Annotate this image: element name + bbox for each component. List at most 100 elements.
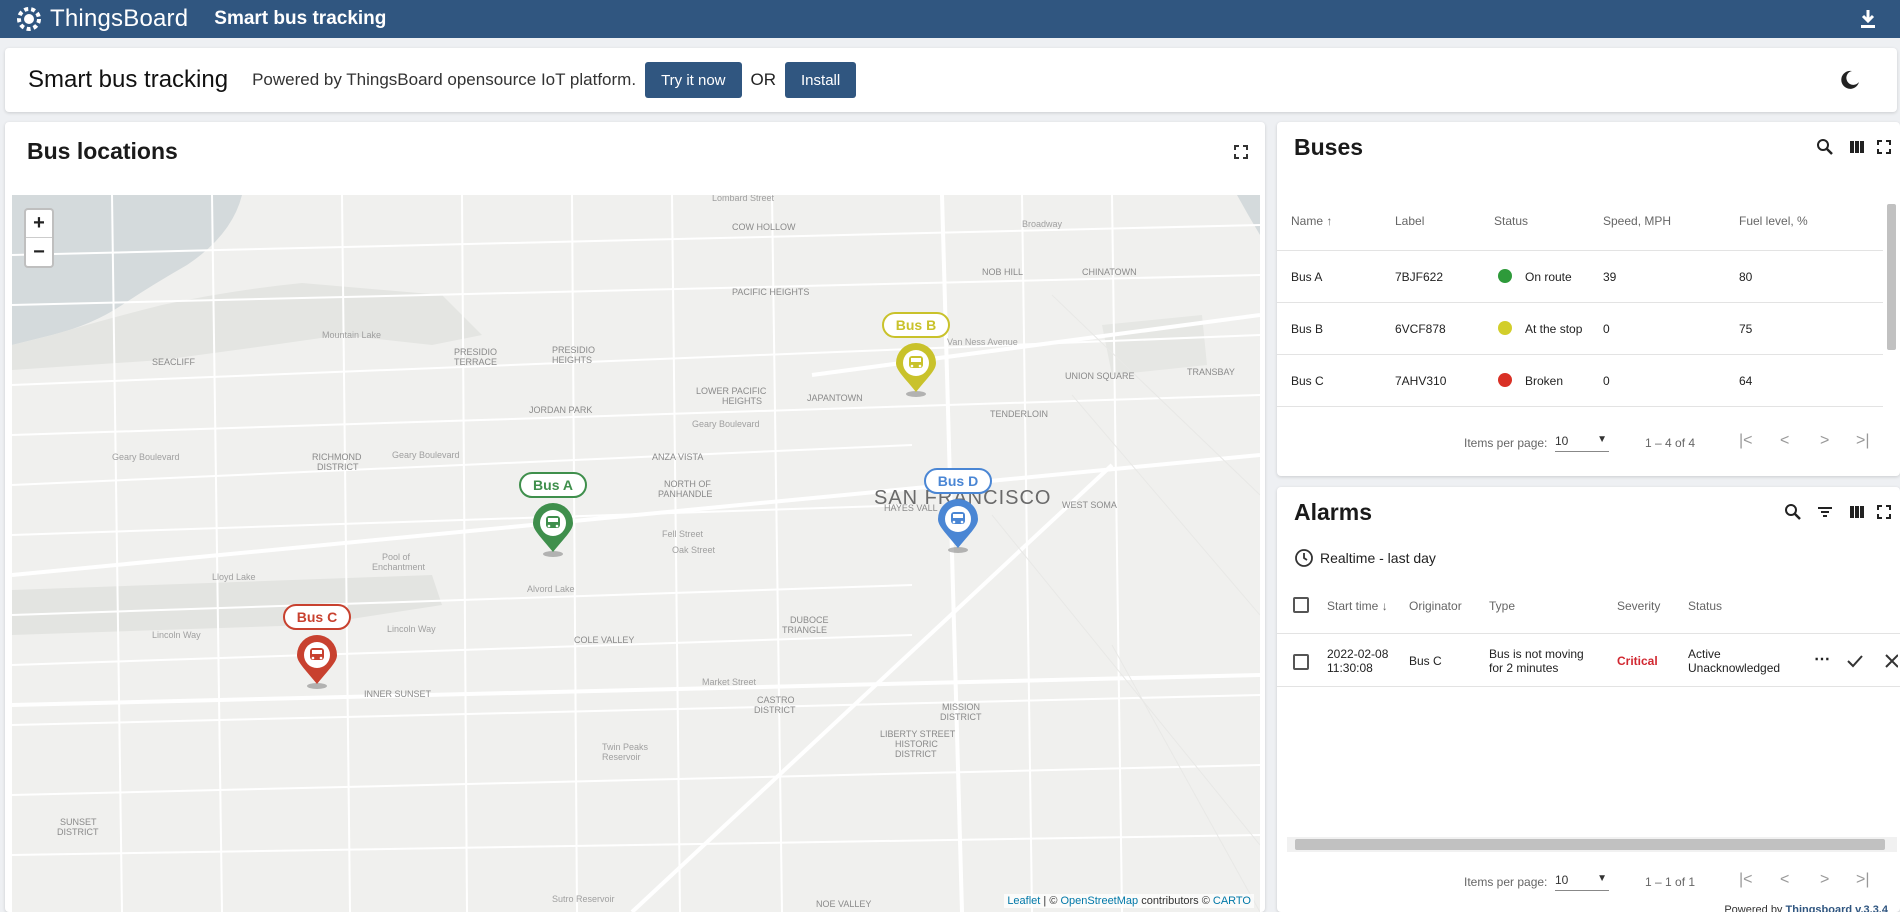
- bus-locations-widget: Bus locations COW HOLLOW PACIFIC HEIGHTS…: [5, 122, 1265, 912]
- first-page-button[interactable]: |<: [1739, 432, 1753, 450]
- svg-text:RICHMOND: RICHMOND: [312, 452, 362, 462]
- dashboard-title: Smart bus tracking: [214, 8, 387, 29]
- svg-text:SUNSET: SUNSET: [60, 817, 97, 827]
- timewindow[interactable]: Realtime - last day: [1294, 548, 1436, 568]
- column-header-status[interactable]: Status: [1688, 599, 1722, 613]
- svg-text:SEACLIFF: SEACLIFF: [152, 357, 196, 367]
- svg-text:DISTRICT: DISTRICT: [317, 462, 359, 472]
- try-it-now-button[interactable]: Try it now: [645, 62, 742, 98]
- vertical-scrollbar[interactable]: [1887, 204, 1896, 350]
- column-header-type[interactable]: Type: [1489, 599, 1515, 613]
- svg-text:LOWER PACIFIC: LOWER PACIFIC: [696, 386, 767, 396]
- bus-a-marker[interactable]: Bus A: [519, 472, 599, 562]
- zoom-in-button[interactable]: +: [26, 210, 52, 238]
- svg-text:CHINATOWN: CHINATOWN: [1082, 267, 1137, 277]
- columns-icon[interactable]: [1848, 503, 1866, 521]
- map[interactable]: COW HOLLOW PACIFIC HEIGHTS NOB HILL CHIN…: [12, 195, 1260, 912]
- svg-text:TENDERLOIN: TENDERLOIN: [990, 409, 1048, 419]
- install-button[interactable]: Install: [785, 62, 857, 98]
- svg-text:PACIFIC HEIGHTS: PACIFIC HEIGHTS: [732, 287, 809, 297]
- bus-name: Bus C: [1291, 374, 1324, 388]
- column-header-name[interactable]: Name ↑: [1291, 214, 1332, 228]
- carto-link[interactable]: CARTO: [1213, 895, 1251, 907]
- last-page-button[interactable]: >|: [1856, 432, 1870, 450]
- svg-text:DUBOCE: DUBOCE: [790, 615, 829, 625]
- header-title: Smart bus tracking: [28, 66, 229, 93]
- dark-mode-toggle-icon[interactable]: [1838, 68, 1862, 92]
- bus-label: 7AHV310: [1395, 374, 1447, 388]
- alarms-widget: Alarms Realtime - last day Start time ↓ …: [1277, 487, 1900, 912]
- bus-speed: 0: [1603, 322, 1610, 336]
- clear-alarm-icon[interactable]: [1884, 653, 1899, 674]
- svg-text:Alvord Lake: Alvord Lake: [527, 584, 575, 594]
- buses-widget: Buses Name ↑ Label Status Speed, MPH Fue…: [1277, 122, 1900, 476]
- column-header-start-time[interactable]: Start time ↓: [1327, 599, 1388, 613]
- svg-text:Lloyd Lake: Lloyd Lake: [212, 572, 256, 582]
- last-page-button[interactable]: >|: [1856, 871, 1870, 889]
- alarm-type-line2: for 2 minutes: [1489, 661, 1559, 675]
- svg-text:DISTRICT: DISTRICT: [57, 827, 99, 837]
- column-header-originator[interactable]: Originator: [1409, 599, 1462, 613]
- osm-link[interactable]: OpenStreetMap: [1060, 895, 1138, 907]
- select-all-checkbox[interactable]: [1293, 597, 1309, 613]
- column-header-label[interactable]: Label: [1395, 214, 1424, 228]
- next-page-button[interactable]: >: [1820, 432, 1829, 450]
- svg-text:Broadway: Broadway: [1022, 219, 1063, 229]
- bus-d-marker[interactable]: Bus D: [924, 468, 1004, 558]
- status-dot: [1498, 321, 1512, 335]
- column-header-status[interactable]: Status: [1494, 214, 1528, 228]
- svg-text:JAPANTOWN: JAPANTOWN: [807, 393, 863, 403]
- page-range: 1 – 4 of 4: [1645, 436, 1696, 450]
- thingsboard-version-link[interactable]: Thingsboard v.3.3.4: [1786, 904, 1889, 912]
- svg-text:DISTRICT: DISTRICT: [754, 705, 796, 715]
- divider: [1277, 633, 1900, 634]
- items-per-page-label: Items per page:: [1464, 875, 1548, 889]
- fullscreen-icon[interactable]: [1875, 503, 1893, 521]
- page-size-select[interactable]: 10 ▼: [1555, 434, 1609, 452]
- map-attribution: Leaflet | © OpenStreetMap contributors ©…: [1004, 894, 1254, 908]
- bus-b-marker[interactable]: Bus B: [882, 312, 962, 402]
- download-icon[interactable]: [1858, 8, 1878, 30]
- zoom-out-button[interactable]: −: [26, 238, 52, 266]
- acknowledge-icon[interactable]: [1846, 653, 1864, 674]
- alarm-type-line1: Bus is not moving: [1489, 647, 1584, 661]
- row-checkbox[interactable]: [1293, 654, 1309, 670]
- svg-text:Lincoln Way: Lincoln Way: [387, 624, 436, 634]
- marker-label: Bus C: [283, 604, 351, 630]
- horizontal-scrollbar[interactable]: [1295, 839, 1885, 850]
- svg-text:Geary Boulevard: Geary Boulevard: [692, 419, 760, 429]
- columns-icon[interactable]: [1848, 138, 1866, 156]
- leaflet-link[interactable]: Leaflet: [1007, 895, 1040, 907]
- column-header-speed[interactable]: Speed, MPH: [1603, 214, 1671, 228]
- svg-text:Enchantment: Enchantment: [372, 562, 426, 572]
- marker-label: Bus D: [924, 468, 992, 494]
- prev-page-button[interactable]: <: [1780, 871, 1789, 889]
- bus-c-marker[interactable]: Bus C: [283, 604, 363, 694]
- logo-text: ThingsBoard: [50, 5, 189, 32]
- bus-pin-icon: [533, 503, 573, 557]
- search-icon[interactable]: [1816, 138, 1834, 156]
- page-size-select[interactable]: 10 ▼: [1555, 873, 1609, 891]
- first-page-button[interactable]: |<: [1739, 871, 1753, 889]
- alarm-start-time: 11:30:08: [1327, 661, 1373, 675]
- fullscreen-icon[interactable]: [1875, 138, 1893, 156]
- fullscreen-icon[interactable]: [1232, 143, 1250, 161]
- column-header-fuel[interactable]: Fuel level, %: [1739, 214, 1808, 228]
- map-tiles: COW HOLLOW PACIFIC HEIGHTS NOB HILL CHIN…: [12, 195, 1260, 912]
- attribution-sep: | ©: [1040, 895, 1061, 907]
- status-dot: [1498, 269, 1512, 283]
- prev-page-button[interactable]: <: [1780, 432, 1789, 450]
- svg-text:ANZA VISTA: ANZA VISTA: [652, 452, 703, 462]
- map-title: Bus locations: [27, 138, 178, 164]
- search-icon[interactable]: [1784, 503, 1802, 521]
- logo[interactable]: ThingsBoard: [12, 2, 188, 36]
- column-header-severity[interactable]: Severity: [1617, 599, 1660, 613]
- more-actions-icon[interactable]: ⋯: [1814, 649, 1830, 669]
- svg-text:UNION SQUARE: UNION SQUARE: [1065, 371, 1135, 381]
- svg-text:TRANSBAY: TRANSBAY: [1187, 367, 1235, 377]
- svg-text:Pool of: Pool of: [382, 552, 411, 562]
- filter-icon[interactable]: [1816, 503, 1834, 521]
- bus-pin-icon: [938, 499, 978, 553]
- marker-label: Bus A: [519, 472, 587, 498]
- next-page-button[interactable]: >: [1820, 871, 1829, 889]
